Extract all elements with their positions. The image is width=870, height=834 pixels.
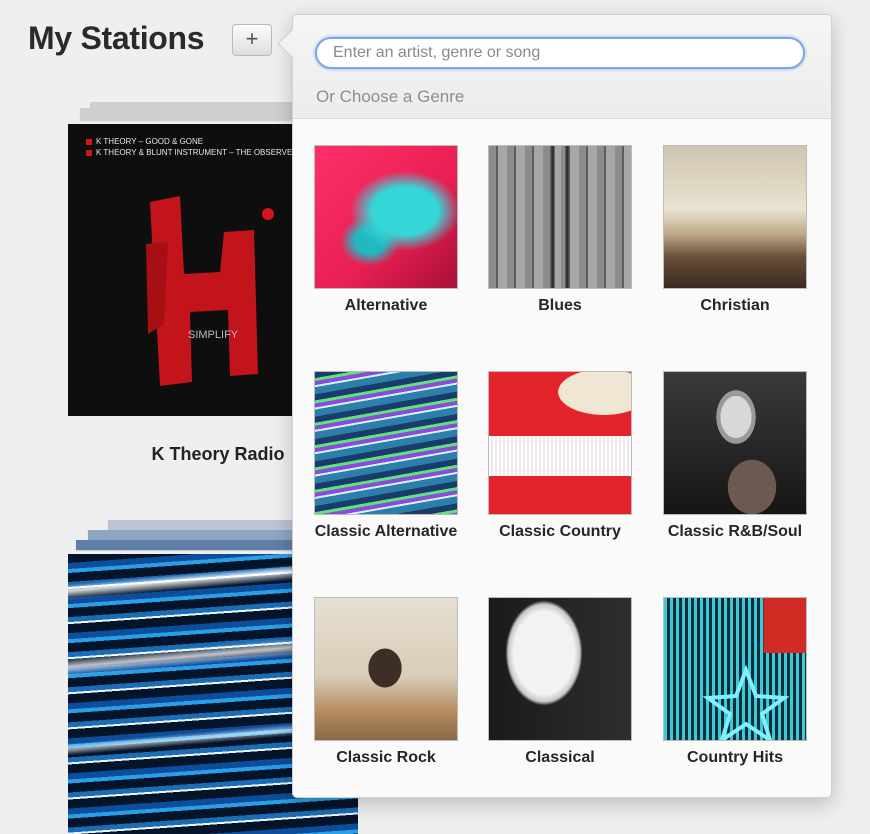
star-icon	[702, 664, 790, 740]
genre-label[interactable]: Country Hits	[650, 749, 820, 767]
classical-art[interactable]	[488, 597, 632, 741]
record-label-logo: SIMPLIFY	[188, 329, 239, 341]
genre-label[interactable]: Classic R&B/Soul	[650, 523, 820, 541]
genre-label[interactable]: Alternative	[301, 297, 471, 315]
page-title: My Stations	[28, 20, 205, 56]
popover-header: Or Choose a Genre	[293, 15, 831, 119]
alternative-art[interactable]	[314, 145, 458, 289]
classic-rnb-soul-art[interactable]	[663, 371, 807, 515]
genre-tile-classic-rnb-soul[interactable]: Classic R&B/Soul	[650, 345, 820, 540]
genre-label[interactable]: Classic Alternative	[301, 523, 471, 541]
genre-tile-blues[interactable]: Blues	[475, 119, 645, 314]
genre-label[interactable]: Classic Rock	[301, 749, 471, 767]
add-station-popover: Or Choose a Genre Alternative Blues Chri…	[277, 14, 832, 798]
genre-label[interactable]: Blues	[475, 297, 645, 315]
genre-tile-classic-alternative[interactable]: Classic Alternative	[301, 345, 471, 540]
genre-tile-classic-country[interactable]: Classic Country	[475, 345, 645, 540]
genre-label[interactable]: Classic Country	[475, 523, 645, 541]
genre-tile-country-hits[interactable]: Country Hits	[650, 571, 820, 766]
genre-tile-alternative[interactable]: Alternative	[301, 119, 471, 314]
search-input[interactable]	[315, 37, 805, 69]
genre-grid: Alternative Blues Christian Classic Alte…	[293, 119, 831, 797]
add-station-button[interactable]: +	[232, 24, 272, 56]
classic-country-art[interactable]	[488, 371, 632, 515]
classic-rock-art[interactable]	[314, 597, 458, 741]
classic-alternative-art[interactable]	[314, 371, 458, 515]
genre-label[interactable]: Christian	[650, 297, 820, 315]
genre-tile-classic-rock[interactable]: Classic Rock	[301, 571, 471, 766]
country-hits-art[interactable]	[663, 597, 807, 741]
blues-art[interactable]	[488, 145, 632, 289]
genre-label[interactable]: Classical	[475, 749, 645, 767]
genre-tile-christian[interactable]: Christian	[650, 119, 820, 314]
genre-heading: Or Choose a Genre	[316, 87, 465, 106]
genre-tile-classical[interactable]: Classical	[475, 571, 645, 766]
christian-art[interactable]	[663, 145, 807, 289]
